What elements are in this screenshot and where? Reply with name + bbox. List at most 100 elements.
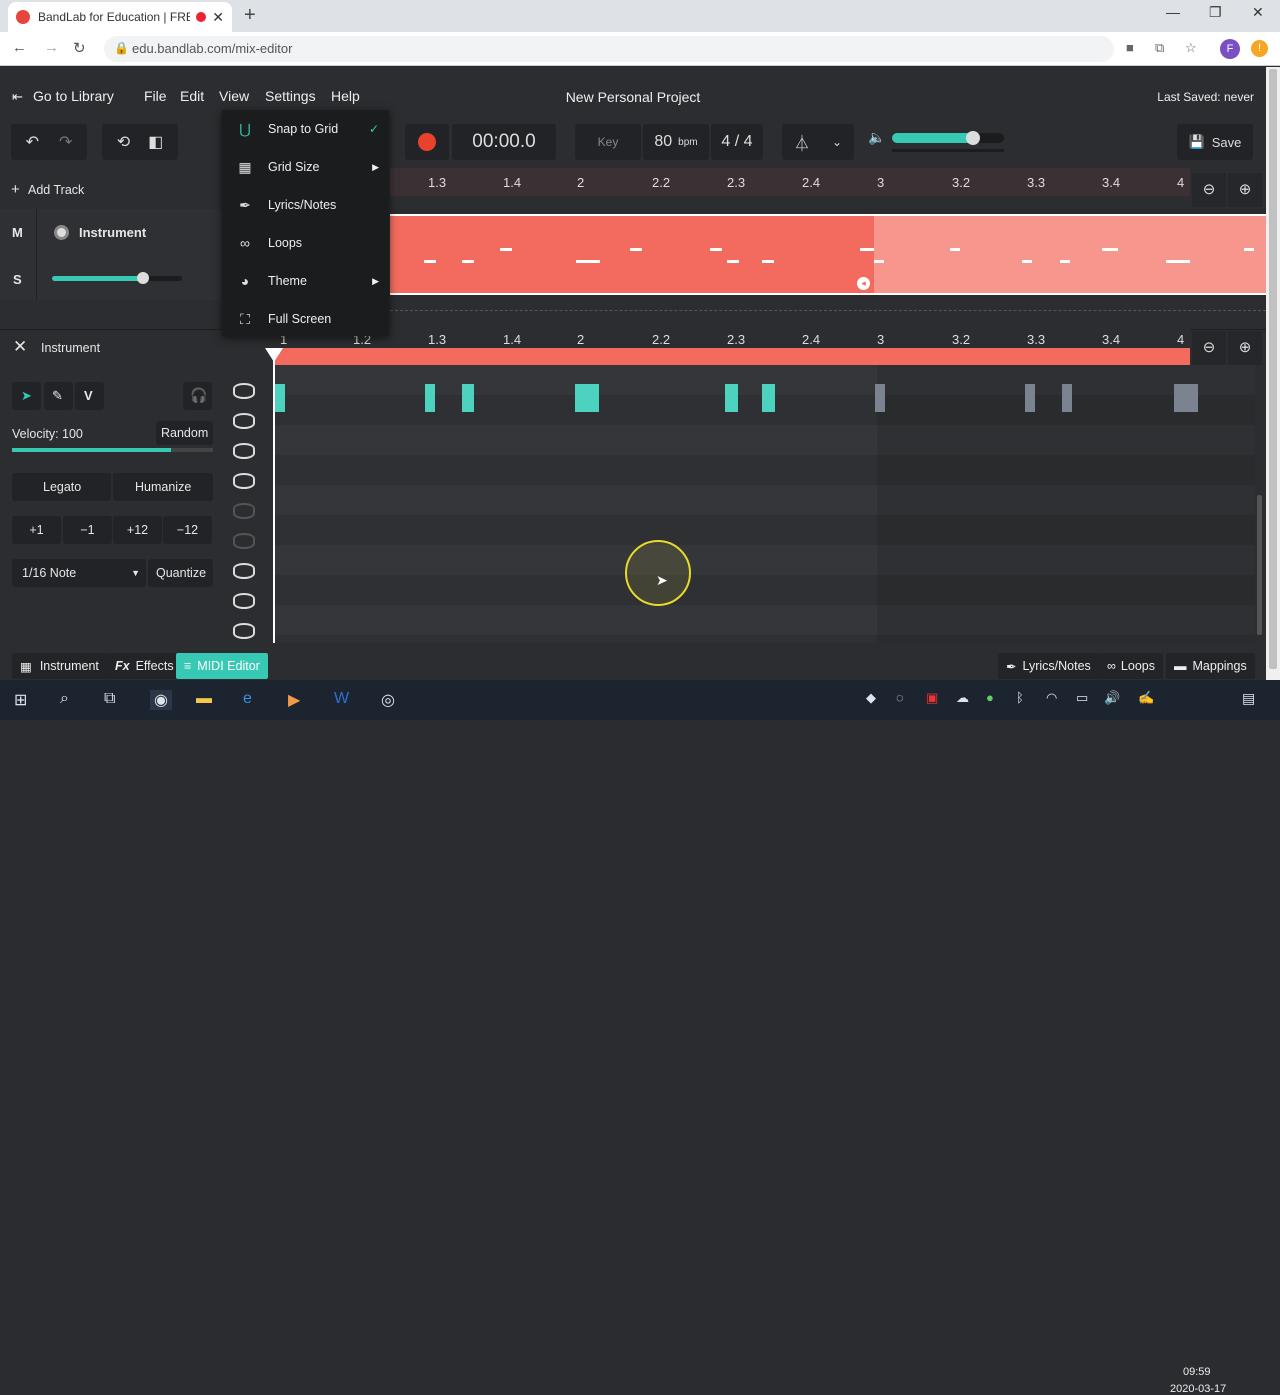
view-menu-item-snap-to-grid[interactable]: ⋃ Snap to Grid ✓ bbox=[222, 110, 389, 148]
network-icon[interactable]: ▭ bbox=[1076, 690, 1088, 706]
tray-green-icon[interactable]: ● bbox=[986, 690, 994, 705]
translate-icon[interactable]: ⧉ bbox=[1155, 40, 1164, 56]
midi-note[interactable] bbox=[275, 384, 285, 412]
metronome-icon[interactable]: ⏃ bbox=[794, 130, 810, 154]
redo-icon[interactable]: ↷ bbox=[59, 132, 72, 152]
word-icon[interactable]: W bbox=[334, 690, 349, 708]
close-tab-icon[interactable]: ✕ bbox=[212, 9, 224, 26]
rim-icon[interactable] bbox=[233, 503, 255, 519]
zoom-in-icon[interactable]: ⊕ bbox=[1228, 173, 1262, 207]
view-menu-item-grid-size[interactable]: ▦ Grid Size ▶ bbox=[222, 148, 389, 186]
quantize-button[interactable]: Quantize bbox=[148, 559, 213, 587]
transpose-button[interactable]: −12 bbox=[163, 516, 212, 544]
editor-zoom-in-icon[interactable]: ⊕ bbox=[1228, 331, 1262, 365]
camera-icon[interactable]: ■ bbox=[1126, 40, 1134, 55]
tab-instrument[interactable]: ▦ Instrument bbox=[12, 653, 107, 679]
tab-loops[interactable]: ∞ Loops bbox=[1099, 653, 1163, 679]
transpose-button[interactable]: −1 bbox=[63, 516, 112, 544]
task-view-icon[interactable]: ⧉ bbox=[104, 690, 115, 708]
kick-drum-icon[interactable] bbox=[233, 383, 255, 399]
project-title[interactable]: New Personal Project bbox=[0, 89, 1266, 105]
midi-note[interactable] bbox=[1025, 384, 1035, 412]
midi-note[interactable] bbox=[425, 384, 435, 412]
onedrive-icon[interactable]: ☁ bbox=[956, 690, 969, 706]
zoom-out-icon[interactable]: ⊖ bbox=[1192, 173, 1226, 207]
piano-roll-grid[interactable] bbox=[275, 365, 1255, 643]
new-tab-button[interactable]: + bbox=[244, 4, 256, 27]
tab-mappings[interactable]: ▬ Mappings bbox=[1166, 653, 1255, 679]
master-volume-slider[interactable] bbox=[892, 131, 1004, 145]
tom-drum-icon[interactable] bbox=[233, 443, 255, 459]
file-explorer-icon[interactable]: ▬ bbox=[196, 690, 212, 708]
hihat-icon[interactable] bbox=[233, 563, 255, 579]
view-menu-item-loops[interactable]: ∞ Loops bbox=[222, 224, 389, 262]
page-scrollbar[interactable] bbox=[1266, 67, 1280, 680]
snare-side-icon[interactable] bbox=[233, 593, 255, 609]
key-selector[interactable]: Key bbox=[575, 124, 641, 160]
search-icon[interactable]: ⌕ bbox=[60, 690, 69, 708]
track-volume-slider[interactable] bbox=[52, 272, 182, 284]
media-player-icon[interactable]: ▶ bbox=[288, 690, 300, 710]
notifications-icon[interactable]: ▤ bbox=[1242, 690, 1255, 707]
close-editor-icon[interactable]: ✕ bbox=[13, 337, 27, 357]
editor-zoom-out-icon[interactable]: ⊖ bbox=[1192, 331, 1226, 365]
loop-icon[interactable]: ⟲ bbox=[117, 132, 130, 152]
velocity-slider[interactable] bbox=[12, 448, 213, 452]
midi-note[interactable] bbox=[762, 384, 775, 412]
select-tool-button[interactable]: ➤ bbox=[12, 382, 41, 410]
forward-icon[interactable]: → bbox=[44, 39, 59, 56]
volume-tray-icon[interactable]: 🔊 bbox=[1104, 690, 1120, 706]
recorder-icon[interactable]: ◎ bbox=[381, 690, 395, 710]
undo-icon[interactable]: ↶ bbox=[26, 132, 39, 152]
back-icon[interactable]: ← bbox=[12, 39, 27, 56]
tray-teams-icon[interactable]: ◆ bbox=[866, 690, 876, 706]
view-menu-item-full-screen[interactable]: ⛶ Full Screen bbox=[222, 300, 389, 338]
maximize-icon[interactable]: ❐ bbox=[1209, 4, 1222, 21]
timeline-ruler-top[interactable]: 1.3 1.4 2 2.2 2.3 2.4 3 3.2 3.3 3.4 4 bbox=[390, 168, 1190, 196]
track-name[interactable]: Instrument bbox=[79, 225, 146, 240]
tray-sync-icon[interactable]: ◌ bbox=[896, 690, 904, 705]
edge-icon[interactable]: e bbox=[243, 690, 252, 708]
midi-note[interactable] bbox=[875, 384, 885, 412]
tab-lyrics-notes[interactable]: ✒ Lyrics/Notes bbox=[998, 653, 1099, 679]
minimize-icon[interactable]: — bbox=[1166, 4, 1180, 20]
midi-note[interactable] bbox=[462, 384, 474, 412]
midi-note[interactable] bbox=[1062, 384, 1072, 412]
midi-note[interactable] bbox=[1174, 384, 1198, 412]
tab-midi-editor[interactable]: ≡ MIDI Editor bbox=[176, 653, 268, 679]
chevron-down-icon[interactable]: ⌄ bbox=[832, 135, 842, 149]
legato-button[interactable]: Legato bbox=[12, 473, 111, 501]
loop-bar[interactable] bbox=[275, 348, 1190, 365]
note-value-select[interactable]: 1/16 Note ▼ bbox=[12, 559, 146, 587]
snare-drum-icon[interactable] bbox=[233, 413, 255, 429]
pencil-tool-button[interactable]: ✎ bbox=[44, 382, 73, 410]
tray-app-icon[interactable]: ▣ bbox=[926, 690, 938, 706]
profile-avatar[interactable]: F bbox=[1220, 39, 1240, 59]
windows-start-icon[interactable]: ⊞ bbox=[14, 690, 27, 710]
record-button[interactable] bbox=[405, 124, 449, 160]
wifi-icon[interactable]: ◠ bbox=[1046, 690, 1057, 706]
midi-region-loop[interactable] bbox=[874, 214, 1266, 295]
transpose-button[interactable]: +12 bbox=[113, 516, 162, 544]
loop-handle-icon[interactable]: ◂ bbox=[857, 277, 870, 290]
midi-region[interactable]: ◂ bbox=[390, 214, 880, 295]
cymbal-icon[interactable] bbox=[233, 623, 255, 639]
save-button[interactable]: 💾 Save bbox=[1177, 124, 1253, 160]
chrome-icon[interactable]: ◉ bbox=[150, 690, 172, 710]
split-icon[interactable]: ◧ bbox=[148, 132, 163, 152]
add-track-button[interactable]: + Add Track bbox=[0, 175, 222, 205]
solo-button[interactable]: S bbox=[13, 272, 22, 287]
close-window-icon[interactable]: ✕ bbox=[1252, 4, 1264, 21]
update-badge[interactable]: ! bbox=[1251, 40, 1268, 57]
view-menu-item-lyrics-notes[interactable]: ✒ Lyrics/Notes bbox=[222, 186, 389, 224]
mute-button[interactable]: M bbox=[12, 225, 23, 240]
url-input[interactable]: 🔒 edu.bandlab.com/mix-editor bbox=[104, 36, 1114, 62]
midi-note[interactable] bbox=[575, 384, 599, 412]
floor-tom-icon[interactable] bbox=[233, 473, 255, 489]
humanize-button[interactable]: Humanize bbox=[113, 473, 213, 501]
reload-icon[interactable]: ↻ bbox=[73, 39, 86, 57]
clap-icon[interactable] bbox=[233, 533, 255, 549]
grid-scrollbar[interactable] bbox=[1255, 365, 1264, 643]
bluetooth-icon[interactable]: ᛒ bbox=[1016, 690, 1024, 705]
time-signature-field[interactable]: 4 / 4 bbox=[711, 124, 763, 160]
